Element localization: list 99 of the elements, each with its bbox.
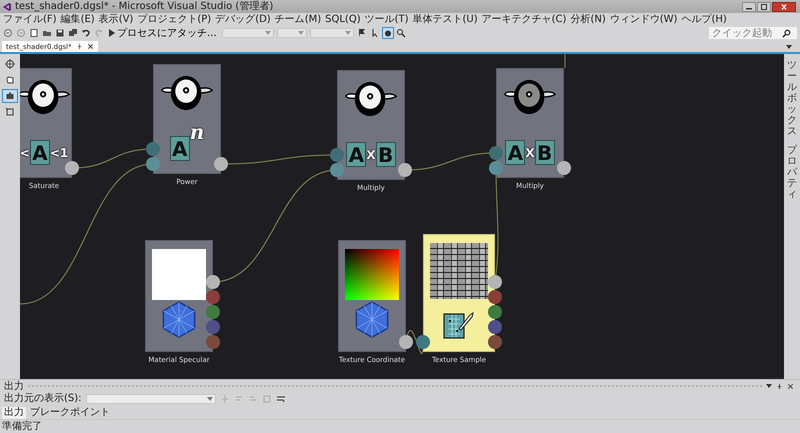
pin-icon[interactable]	[776, 382, 783, 390]
output-port[interactable]	[488, 275, 502, 289]
output-port[interactable]	[214, 157, 228, 171]
texture-preview	[430, 243, 488, 299]
menu-item[interactable]: 単体テスト(U)	[412, 14, 479, 26]
input-port[interactable]	[489, 161, 503, 175]
node-card[interactable]: A n	[153, 64, 221, 174]
select-tool-button[interactable]	[2, 89, 18, 103]
quick-launch-field[interactable]: クイック起動	[709, 27, 797, 39]
teapot-preview	[344, 79, 398, 119]
menu-item[interactable]: 分析(N)	[569, 14, 607, 26]
menu-item[interactable]: SQL(Q)	[324, 14, 362, 26]
gradient-preview	[345, 249, 399, 300]
side-tab[interactable]: ツールボックス	[787, 60, 797, 137]
search-icon	[782, 28, 791, 38]
pointer-tool-button[interactable]	[2, 57, 18, 71]
back-icon[interactable]	[3, 28, 13, 38]
attach-process-button[interactable]: プロセスにアタッチ...	[107, 27, 219, 39]
close-button[interactable]	[772, 2, 796, 12]
menu-item[interactable]: ファイル(F)	[2, 14, 58, 26]
operator-mark: X	[366, 148, 376, 160]
dropdown-icon[interactable]	[786, 45, 792, 49]
output-tab[interactable]: 出力	[2, 406, 26, 418]
operand-tile: A	[346, 142, 366, 167]
dropdown-icon[interactable]	[766, 384, 772, 388]
teapot-preview	[503, 77, 557, 117]
flag-icon[interactable]	[356, 28, 367, 38]
output-port[interactable]	[488, 320, 502, 334]
maximize-button[interactable]	[757, 2, 771, 12]
node-card[interactable]	[338, 240, 406, 352]
app-logo-icon	[2, 2, 12, 10]
new-project-icon[interactable]	[29, 28, 39, 38]
menu-item[interactable]: プロジェクト(P)	[136, 14, 212, 26]
menu-item[interactable]: ヘルプ(H)	[680, 14, 728, 26]
input-port[interactable]	[416, 335, 430, 349]
operand-tile: B	[376, 142, 396, 167]
zoom-icon[interactable]	[396, 28, 406, 38]
operator-mark: n	[190, 122, 204, 142]
menu-item[interactable]: アーキテクチャ(C)	[480, 14, 568, 26]
close-icon[interactable]	[787, 382, 794, 390]
operator-mark: <	[20, 146, 30, 158]
operand-tile: B	[534, 140, 555, 165]
caret-icon	[298, 31, 304, 35]
play-icon	[109, 29, 115, 37]
menu-item[interactable]: ツール(T)	[364, 14, 410, 26]
briefcase-icon	[5, 91, 15, 101]
output-panel-title: 出力	[4, 380, 24, 392]
save-icon[interactable]	[55, 28, 65, 38]
output-tab[interactable]: ブレークポイント	[28, 406, 112, 418]
minimize-button[interactable]	[742, 2, 756, 12]
menu-item[interactable]: デバッグ(D)	[214, 14, 272, 26]
frame-icon	[5, 107, 15, 117]
color-swatch	[152, 249, 206, 300]
node-card[interactable]	[145, 240, 213, 352]
menu-item[interactable]: チーム(M)	[274, 14, 322, 26]
output-port[interactable]	[488, 290, 502, 304]
input-port[interactable]	[146, 157, 160, 171]
operand-tile: A	[505, 140, 526, 165]
caret-icon	[264, 31, 271, 35]
hand-icon	[5, 75, 15, 85]
status-text: 準備完了	[2, 420, 42, 432]
output-port[interactable]	[65, 161, 79, 175]
operator-mark: X	[525, 146, 535, 158]
save-all-icon[interactable]	[68, 28, 78, 38]
undo-icon[interactable]	[81, 28, 91, 38]
close-icon[interactable]	[86, 43, 94, 50]
word-wrap-icon[interactable]	[276, 394, 286, 404]
pin-icon[interactable]	[76, 43, 83, 50]
output-port[interactable]	[488, 305, 502, 319]
input-port[interactable]	[330, 163, 344, 177]
open-folder-icon[interactable]	[42, 28, 52, 38]
output-port[interactable]	[206, 275, 220, 289]
output-port[interactable]	[398, 163, 412, 177]
caret-icon	[344, 31, 351, 35]
operand-tile: A	[30, 140, 50, 165]
input-port[interactable]	[146, 142, 160, 156]
menu-item[interactable]: 表示(V)	[98, 14, 134, 26]
output-port[interactable]	[399, 335, 413, 349]
operator-mark: <1	[50, 146, 68, 158]
caret-icon	[206, 397, 213, 401]
node-card[interactable]	[423, 234, 495, 352]
input-port[interactable]	[489, 146, 503, 160]
output-source-label: 出力元の表示(S):	[4, 393, 82, 405]
teapot-preview	[160, 73, 214, 113]
menu-item[interactable]: ウィンドウ(W)	[608, 14, 678, 26]
crosshair-icon	[5, 59, 15, 69]
teapot-preview	[20, 77, 71, 117]
texture-icon	[443, 309, 475, 339]
side-tab[interactable]: プロパティ	[787, 145, 797, 200]
output-port[interactable]	[488, 335, 502, 349]
menu-item[interactable]: 編集(E)	[60, 14, 96, 26]
operand-tile: A	[170, 136, 190, 161]
maximize-icon	[759, 2, 769, 10]
close-icon	[779, 2, 789, 10]
output-port[interactable]	[557, 161, 571, 175]
connection-wire	[564, 54, 566, 68]
window-title: test_shader0.dgsl* - Microsoft Visual Studio (管理者)	[15, 0, 274, 12]
input-port[interactable]	[330, 148, 344, 162]
connection-wire	[406, 330, 424, 354]
